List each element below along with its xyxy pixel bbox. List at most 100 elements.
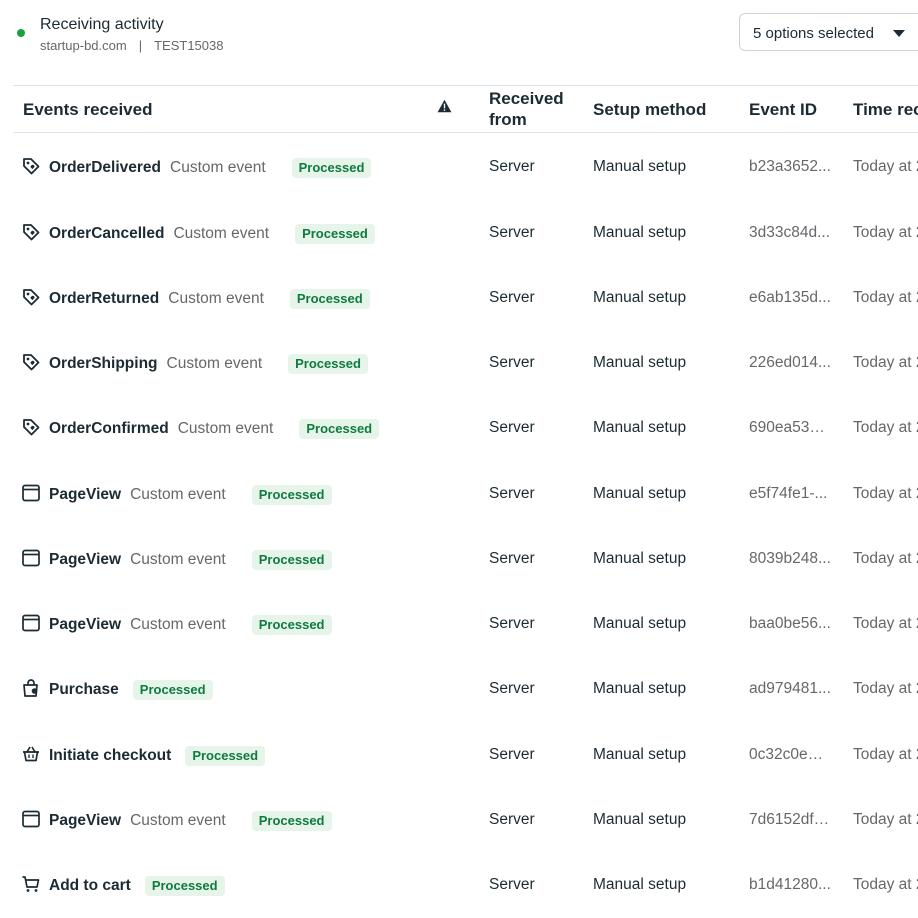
time-received-cell: Today at 2	[853, 615, 918, 632]
event-id-cell: 3d33c84d...	[749, 224, 831, 241]
shopping-cart-icon	[21, 874, 41, 894]
status-badge: Processed	[132, 680, 213, 700]
table-row[interactable]: Purchase Processed Server Manual setup ad979…	[13, 667, 918, 711]
setup-method-cell: Manual setup	[593, 811, 687, 828]
time-received-cell: Today at 2	[853, 289, 918, 306]
status-badge: Processed	[251, 615, 332, 635]
status-badge: Processed	[295, 224, 375, 244]
event-id-cell: 7d6152df-...	[749, 811, 831, 828]
browser-window-icon	[21, 809, 41, 829]
received-from-cell: Server	[489, 485, 535, 502]
table-row[interactable]: OrderShipping Custom event Processed Server…	[13, 341, 918, 385]
event-name: PageView	[49, 551, 122, 568]
separator: |	[138, 38, 143, 53]
table-header: Events received Received from Setup metho…	[13, 85, 918, 133]
tag-icon	[21, 352, 41, 372]
setup-method-cell: Manual setup	[593, 419, 687, 436]
received-from-cell: Server	[489, 354, 535, 371]
setup-method-cell: Manual setup	[593, 354, 687, 371]
event-type: Custom event	[130, 616, 226, 633]
event-type: Custom event	[130, 812, 226, 829]
event-name: PageView	[49, 616, 122, 633]
header-setup-method: Setup method	[593, 100, 707, 119]
warning-icon[interactable]	[437, 99, 452, 118]
event-id-cell: 226ed014...	[749, 354, 831, 371]
received-from-cell: Server	[489, 876, 535, 893]
event-id-cell: e6ab135d...	[749, 289, 831, 306]
event-name: Initiate checkout	[49, 747, 172, 764]
setup-method-cell: Manual setup	[593, 158, 687, 175]
event-cell: Initiate checkout Processed	[49, 746, 266, 766]
event-id-cell: 690ea535-...	[749, 419, 831, 436]
event-name: Purchase	[49, 681, 119, 698]
event-cell: PageView Custom event Processed	[49, 615, 332, 635]
event-type: Custom event	[170, 159, 266, 176]
status-badge: Processed	[144, 876, 225, 896]
event-name: OrderShipping	[49, 355, 158, 372]
setup-method-cell: Manual setup	[593, 876, 687, 893]
event-cell: OrderReturned Custom event Processed	[49, 289, 370, 309]
time-received-cell: Today at 2	[853, 419, 918, 436]
status-title: Receiving activity	[40, 16, 164, 33]
table-row[interactable]: PageView Custom event Processed Server Manua…	[13, 472, 918, 516]
status-indicator-dot	[17, 29, 25, 37]
time-received-cell: Today at 2	[853, 746, 918, 763]
status-details: startup-bd.com | TEST15038	[40, 38, 223, 53]
table-row[interactable]: PageView Custom event Processed Server Manua…	[13, 798, 918, 842]
status-badge: Processed	[251, 485, 332, 505]
table-row[interactable]: Add to cart Processed Server Manual setup b1…	[13, 863, 918, 907]
table-row[interactable]: OrderDelivered Custom event Processed Serve…	[13, 145, 918, 189]
received-from-cell: Server	[489, 680, 535, 697]
caret-down-icon	[893, 30, 905, 37]
event-id-cell: ad979481...	[749, 680, 831, 697]
event-cell: OrderDelivered Custom event Processed	[49, 158, 372, 178]
event-name: Add to cart	[49, 877, 131, 894]
event-id-cell: baa0be56...	[749, 615, 831, 632]
event-id-cell: 8039b248...	[749, 550, 831, 567]
event-name: OrderConfirmed	[49, 420, 169, 437]
time-received-cell: Today at 2	[853, 485, 918, 502]
event-id-cell: 0c32c0e4-...	[749, 746, 831, 763]
options-select-label: 5 options selected	[753, 25, 874, 42]
received-from-cell: Server	[489, 224, 535, 241]
event-name: OrderDelivered	[49, 159, 161, 176]
table-row[interactable]: Initiate checkout Processed Server Manual s…	[13, 733, 918, 777]
time-received-cell: Today at 2	[853, 680, 918, 697]
event-cell: OrderShipping Custom event Processed	[49, 354, 368, 374]
status-badge: Processed	[185, 746, 266, 766]
header-time-received: Time rec	[853, 100, 918, 119]
header-event-id: Event ID	[749, 100, 818, 119]
event-name: PageView	[49, 812, 122, 829]
status-badge: Processed	[291, 158, 372, 178]
received-from-cell: Server	[489, 746, 535, 763]
event-type: Custom event	[130, 551, 226, 568]
event-cell: OrderConfirmed Custom event Processed	[49, 419, 380, 439]
table-row[interactable]: OrderReturned Custom event Processed Server…	[13, 276, 918, 320]
table-row[interactable]: OrderCancelled Custom event Processed Serve…	[13, 211, 918, 255]
setup-method-cell: Manual setup	[593, 485, 687, 502]
event-cell: Add to cart Processed	[49, 876, 225, 896]
time-received-cell: Today at 2	[853, 876, 918, 893]
test-code-label: TEST15038	[154, 38, 224, 53]
setup-method-cell: Manual setup	[593, 746, 687, 763]
event-type: Custom event	[130, 486, 226, 503]
received-from-cell: Server	[489, 158, 535, 175]
setup-method-cell: Manual setup	[593, 224, 687, 241]
received-from-cell: Server	[489, 289, 535, 306]
event-cell: PageView Custom event Processed	[49, 485, 332, 505]
status-badge: Processed	[288, 354, 368, 374]
time-received-cell: Today at 2	[853, 354, 918, 371]
table-row[interactable]: PageView Custom event Processed Server Manua…	[13, 537, 918, 581]
status-badge: Processed	[299, 419, 380, 439]
event-cell: PageView Custom event Processed	[49, 811, 332, 831]
table-row[interactable]: PageView Custom event Processed Server Manua…	[13, 602, 918, 646]
browser-window-icon	[21, 548, 41, 568]
table-row[interactable]: OrderConfirmed Custom event Processed Serve…	[13, 406, 918, 450]
shopping-bag-icon	[21, 678, 41, 698]
options-select-dropdown[interactable]: 5 options selected	[739, 13, 918, 51]
status-badge: Processed	[289, 289, 370, 309]
browser-window-icon	[21, 613, 41, 633]
event-cell: OrderCancelled Custom event Processed	[49, 224, 375, 244]
status-badge: Processed	[251, 811, 332, 831]
received-from-cell: Server	[489, 615, 535, 632]
